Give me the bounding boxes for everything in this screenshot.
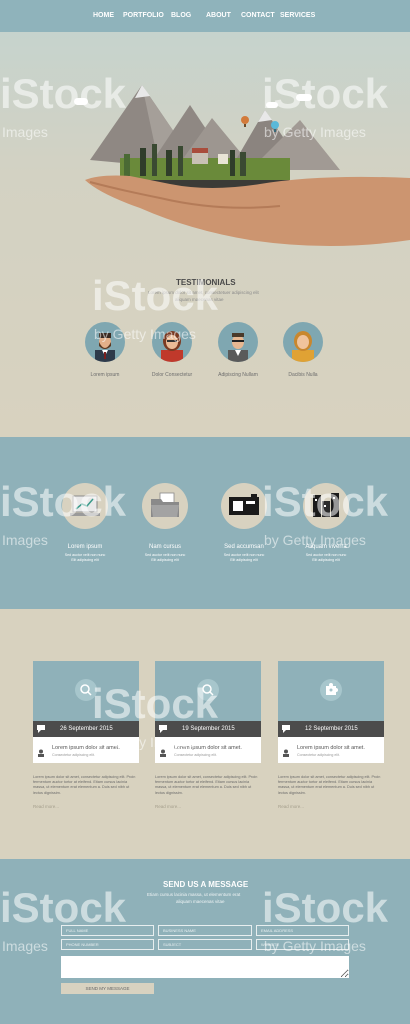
feature-title: Sed accumsan xyxy=(224,544,264,550)
testimonial-name: Dacibis Nulla xyxy=(288,372,318,378)
user-icon xyxy=(283,749,289,757)
business-name-input[interactable] xyxy=(158,925,252,936)
blog-post-subtitle: Consectetur adipiscing elit. xyxy=(174,753,217,757)
magnifier-icon[interactable] xyxy=(75,679,97,701)
magnifier-icon[interactable] xyxy=(197,679,219,701)
send-message-button[interactable]: SEND MY MESSAGE xyxy=(61,983,154,994)
contact-subtitle: Etiam cursus lacinia massa, ut elementum… xyxy=(147,892,241,897)
contact-title: SEND US A MESSAGE xyxy=(163,880,249,889)
user-icon xyxy=(38,749,44,757)
blog-post-excerpt: Lorem ipsum dolor sit amet, consectetur … xyxy=(155,775,258,795)
subject-input[interactable] xyxy=(158,939,252,950)
feature-description: Sed auctor velit non nunc Elit adipiscing… xyxy=(305,553,347,562)
blog-date: 19 September 2015 xyxy=(182,726,235,732)
blog-date: 26 September 2015 xyxy=(60,726,113,732)
testimonial-name: Adipiscing Nullam xyxy=(218,372,258,378)
feature-title: Lorem ipsum xyxy=(67,544,103,550)
folder-icon xyxy=(142,483,188,529)
testimonials-subtitle: aliquam maecenas vitae xyxy=(175,297,224,302)
testimonial-name: Dolor Consectetur xyxy=(151,372,193,378)
nav-blog[interactable]: BLOG xyxy=(171,12,191,19)
blog-post-excerpt: Lorem ipsum dolor sit amet, consectetur … xyxy=(33,775,136,795)
email-input[interactable] xyxy=(256,925,349,936)
laptop-chart-icon xyxy=(62,483,108,529)
top-navigation: HOME PORTFOLIO BLOG ABOUT CONTACT SERVIC… xyxy=(0,0,410,32)
full-name-input[interactable] xyxy=(61,925,154,936)
comment-icon xyxy=(37,725,45,733)
message-textarea[interactable] xyxy=(61,956,349,978)
feature-description: Sed auctor velit non nunc Elit adipiscing… xyxy=(144,553,186,562)
read-more-link[interactable]: Read more... xyxy=(278,804,304,809)
cityscape-icon xyxy=(303,483,349,529)
feature-title: Aliquam viverra xyxy=(305,544,347,550)
testimonials-title: TESTIMONIALS xyxy=(176,278,236,287)
woman-red-avatar xyxy=(152,322,192,362)
user-icon xyxy=(160,749,166,757)
nav-about[interactable]: ABOUT xyxy=(206,12,231,19)
man-glasses-avatar xyxy=(218,322,258,362)
comment-icon xyxy=(282,725,290,733)
blog-post-excerpt: Lorem ipsum dolor sit amet, consectetur … xyxy=(278,775,381,795)
blog-post-subtitle: Consectetur adipiscing elit. xyxy=(297,753,340,757)
nav-portfolio[interactable]: PORTFOLIO xyxy=(123,12,164,19)
comment-icon xyxy=(159,725,167,733)
feature-title: Nam cursus xyxy=(148,544,181,550)
blog-post-title[interactable]: Lorem ipsum dolor sit amet. xyxy=(52,745,120,751)
read-more-link[interactable]: Read more... xyxy=(33,804,59,809)
blog-post-title[interactable]: Lorem ipsum dolor sit amet. xyxy=(297,745,365,751)
phone-input[interactable] xyxy=(61,939,154,950)
website-input[interactable] xyxy=(256,939,349,950)
feature-description: Sed auctor velit non nunc Elit adipiscing… xyxy=(223,553,265,562)
testimonials-subtitle: Lorem ipsum dolor sit amet, consectetuer… xyxy=(148,290,259,295)
hero-illustration xyxy=(85,85,410,246)
camera-icon xyxy=(221,483,267,529)
read-more-link[interactable]: Read more... xyxy=(155,804,181,809)
nav-services[interactable]: SERVICES xyxy=(280,12,315,19)
man-beard-avatar xyxy=(85,322,125,362)
feature-description: Sed auctor velit non nunc Elit adipiscing… xyxy=(64,553,106,562)
woman-blonde-avatar xyxy=(283,322,323,362)
nav-contact[interactable]: CONTACT xyxy=(241,12,275,19)
contact-subtitle: aliquam maecenas vitae xyxy=(176,899,225,904)
testimonial-name: Lorem ipsum xyxy=(90,372,120,378)
blog-post-title[interactable]: Lorem ipsum dolor sit amet. xyxy=(174,745,242,751)
puzzle-icon[interactable] xyxy=(320,679,342,701)
blog-date: 12 September 2015 xyxy=(305,726,358,732)
nav-home[interactable]: HOME xyxy=(93,12,114,19)
blog-post-subtitle: Consectetur adipiscing elit. xyxy=(52,753,95,757)
